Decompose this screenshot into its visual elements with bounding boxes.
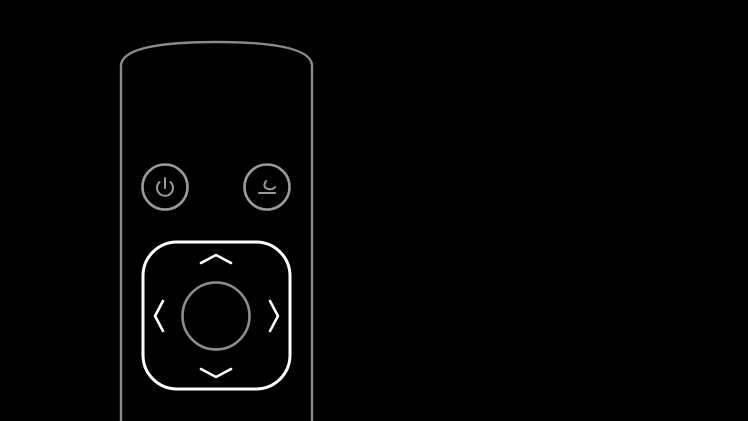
dpad — [141, 240, 292, 391]
tv-remote-screen — [0, 0, 748, 421]
dpad-left-button[interactable] — [147, 296, 173, 336]
back-button[interactable] — [243, 163, 291, 211]
dpad-right-button[interactable] — [262, 296, 288, 336]
dpad-down-button[interactable] — [196, 360, 236, 386]
power-button[interactable] — [141, 163, 189, 211]
dpad-select-button[interactable] — [181, 281, 251, 351]
remote-control — [119, 40, 314, 421]
dpad-up-button[interactable] — [196, 246, 236, 272]
